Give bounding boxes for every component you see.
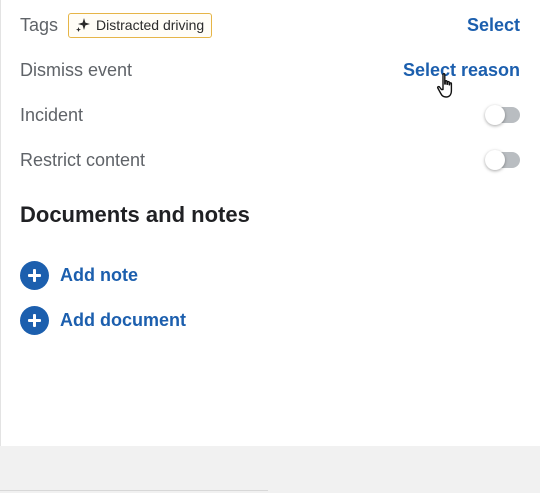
add-note-button[interactable]: Add note (20, 261, 138, 290)
tags-left: Tags Distracted driving (20, 12, 213, 38)
select-reason-link[interactable]: Select reason (403, 60, 520, 81)
bottom-divider (0, 490, 268, 491)
documents-section-title: Documents and notes (20, 202, 250, 227)
restrict-content-toggle[interactable] (485, 150, 520, 170)
add-note-label: Add note (60, 265, 138, 285)
tag-chip[interactable]: Distracted driving (68, 12, 213, 38)
add-document-label: Add document (60, 310, 186, 330)
panel-divider (0, 0, 1, 446)
restrict-content-row: Restrict content (20, 146, 520, 174)
incident-label: Incident (20, 104, 84, 125)
sparkle-icon (76, 18, 91, 32)
tag-chip-label: Distracted driving (96, 17, 205, 33)
event-details-panel: Tags Distracted driving Select Dismiss e… (0, 0, 540, 446)
add-document-plus-icon (20, 306, 49, 335)
dismiss-event-label: Dismiss event (20, 59, 133, 80)
tags-select-link[interactable]: Select (467, 15, 520, 36)
restrict-content-label: Restrict content (20, 149, 146, 170)
tags-label: Tags (20, 14, 59, 35)
restrict-content-toggle-knob (485, 150, 505, 170)
incident-toggle[interactable] (485, 105, 520, 125)
incident-row: Incident (20, 101, 520, 129)
add-document-button[interactable]: Add document (20, 306, 186, 335)
tags-row: Tags Distracted driving Select (20, 11, 520, 39)
hand-pointer-cursor-icon (436, 73, 453, 98)
incident-toggle-knob (485, 105, 505, 125)
add-note-plus-icon (20, 261, 49, 290)
